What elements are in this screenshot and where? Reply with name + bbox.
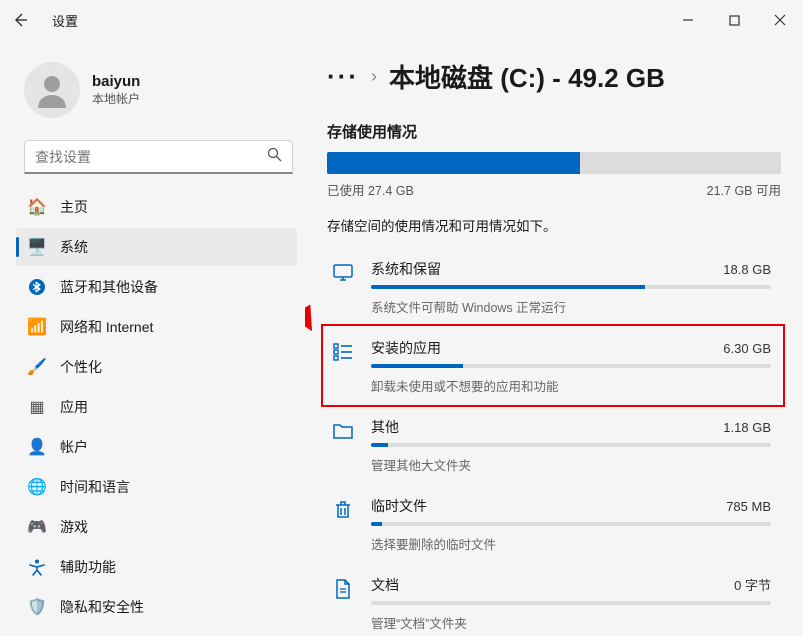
nav-item-label: 帐户 (60, 437, 88, 457)
username: baiyun (92, 73, 140, 90)
category-monitor[interactable]: 系统和保留 18.8 GB 系统文件可帮助 Windows 正常运行 (327, 249, 781, 326)
breadcrumb: ··· › 本地磁盘 (C:) - 49.2 GB (327, 58, 781, 95)
category-trash[interactable]: 临时文件 785 MB 选择要删除的临时文件 (327, 486, 781, 563)
nav-item-label: 游戏 (60, 517, 88, 537)
category-description: 系统文件可帮助 Windows 正常运行 (371, 297, 771, 316)
storage-used-label: 已使用 27.4 GB (327, 180, 414, 199)
nav-item-timelang[interactable]: 🌐 时间和语言 (16, 468, 297, 506)
close-button[interactable] (757, 0, 803, 40)
monitor-icon (331, 261, 355, 285)
timelang-icon: 🌐 (28, 477, 46, 497)
gaming-icon: 🎮 (28, 517, 46, 537)
trash-icon (331, 498, 355, 522)
category-size: 1.18 GB (723, 420, 771, 435)
category-size: 0 字节 (734, 575, 771, 594)
nav-item-label: 应用 (60, 397, 88, 417)
category-size: 18.8 GB (723, 262, 771, 277)
nav-item-privacy[interactable]: 🛡️ 隐私和安全性 (16, 588, 297, 626)
maximize-icon (729, 15, 740, 26)
avatar-icon (32, 70, 72, 110)
nav-item-label: 蓝牙和其他设备 (60, 277, 158, 297)
storage-free-label: 21.7 GB 可用 (707, 180, 781, 199)
window-controls (665, 0, 803, 40)
storage-description: 存储空间的使用情况和可用情况如下。 (327, 215, 781, 235)
nav-item-label: 个性化 (60, 357, 102, 377)
category-description: 卸载未使用或不想要的应用和功能 (371, 376, 771, 395)
folder-icon (331, 419, 355, 443)
network-icon: 📶 (28, 317, 46, 337)
category-size: 785 MB (726, 499, 771, 514)
storage-section-title: 存储使用情况 (327, 121, 781, 142)
back-button[interactable] (0, 0, 40, 40)
nav-item-label: 系统 (60, 237, 88, 257)
titlebar: 设置 (0, 0, 803, 40)
close-icon (774, 14, 786, 26)
sidebar: baiyun 本地帐户 🏠 主页 🖥️ 系统蓝牙和其他设备 📶 网络和 Internet 🖌… (0, 40, 305, 636)
nav-list: 🏠 主页 🖥️ 系统蓝牙和其他设备 📶 网络和 Internet 🖌️ 个性化 ▦ 应用 👤 帐户 🌐 时… (16, 188, 301, 626)
category-name: 系统和保留 (371, 259, 441, 279)
maximize-button[interactable] (711, 0, 757, 40)
doc-icon (331, 577, 355, 601)
system-icon: 🖥️ (28, 237, 46, 257)
category-description: 管理其他大文件夹 (371, 455, 771, 474)
user-profile[interactable]: baiyun 本地帐户 (16, 54, 301, 134)
nav-item-accounts[interactable]: 👤 帐户 (16, 428, 297, 466)
app-title: 设置 (52, 11, 78, 30)
privacy-icon: 🛡️ (28, 597, 46, 617)
nav-item-network[interactable]: 📶 网络和 Internet (16, 308, 297, 346)
nav-item-system[interactable]: 🖥️ 系统 (16, 228, 297, 266)
category-doc[interactable]: 文档 0 字节 管理“文档”文件夹 (327, 565, 781, 636)
nav-item-label: 辅助功能 (60, 557, 116, 577)
category-bar (371, 443, 771, 447)
user-account-type: 本地帐户 (92, 90, 140, 107)
minimize-icon (682, 14, 694, 26)
search-input[interactable] (35, 149, 267, 165)
category-name: 临时文件 (371, 496, 427, 516)
annotation-arrow (305, 262, 327, 342)
nav-item-label: 主页 (60, 197, 88, 217)
category-bar (371, 522, 771, 526)
nav-item-personalize[interactable]: 🖌️ 个性化 (16, 348, 297, 386)
category-name: 文档 (371, 575, 399, 595)
nav-item-accessibility[interactable]: 辅助功能 (16, 548, 297, 586)
breadcrumb-ellipsis[interactable]: ··· (327, 61, 359, 92)
category-size: 6.30 GB (723, 341, 771, 356)
search-icon (267, 147, 282, 166)
breadcrumb-separator: › (371, 66, 377, 87)
category-bar (371, 601, 771, 605)
nav-item-label: 时间和语言 (60, 477, 130, 497)
category-list: 系统和保留 18.8 GB 系统文件可帮助 Windows 正常运行 安装的应用… (327, 249, 781, 636)
category-bar (371, 285, 771, 289)
category-name: 安装的应用 (371, 338, 441, 358)
category-name: 其他 (371, 417, 399, 437)
nav-item-bluetooth[interactable]: 蓝牙和其他设备 (16, 268, 297, 306)
home-icon: 🏠 (28, 197, 46, 217)
list-icon (331, 340, 355, 364)
accounts-icon: 👤 (28, 437, 46, 457)
minimize-button[interactable] (665, 0, 711, 40)
page-title: 本地磁盘 (C:) - 49.2 GB (389, 58, 665, 95)
search-box[interactable] (24, 140, 293, 174)
apps-icon: ▦ (28, 397, 46, 417)
content-pane: ··· › 本地磁盘 (C:) - 49.2 GB 存储使用情况 已使用 27.… (305, 40, 803, 636)
accessibility-icon (28, 558, 46, 576)
avatar (24, 62, 80, 118)
category-bar (371, 364, 771, 368)
storage-usage-fill (327, 152, 580, 174)
back-arrow-icon (12, 12, 28, 28)
category-description: 选择要删除的临时文件 (371, 534, 771, 553)
nav-item-home[interactable]: 🏠 主页 (16, 188, 297, 226)
storage-usage-bar (327, 152, 781, 174)
nav-item-gaming[interactable]: 🎮 游戏 (16, 508, 297, 546)
nav-item-apps[interactable]: ▦ 应用 (16, 388, 297, 426)
nav-item-label: 网络和 Internet (60, 317, 153, 337)
personalize-icon: 🖌️ (28, 357, 46, 377)
category-folder[interactable]: 其他 1.18 GB 管理其他大文件夹 (327, 407, 781, 484)
bluetooth-icon (28, 279, 46, 295)
category-list[interactable]: 安装的应用 6.30 GB 卸载未使用或不想要的应用和功能 (327, 328, 781, 405)
nav-item-label: 隐私和安全性 (60, 597, 144, 617)
category-description: 管理“文档”文件夹 (371, 613, 771, 632)
